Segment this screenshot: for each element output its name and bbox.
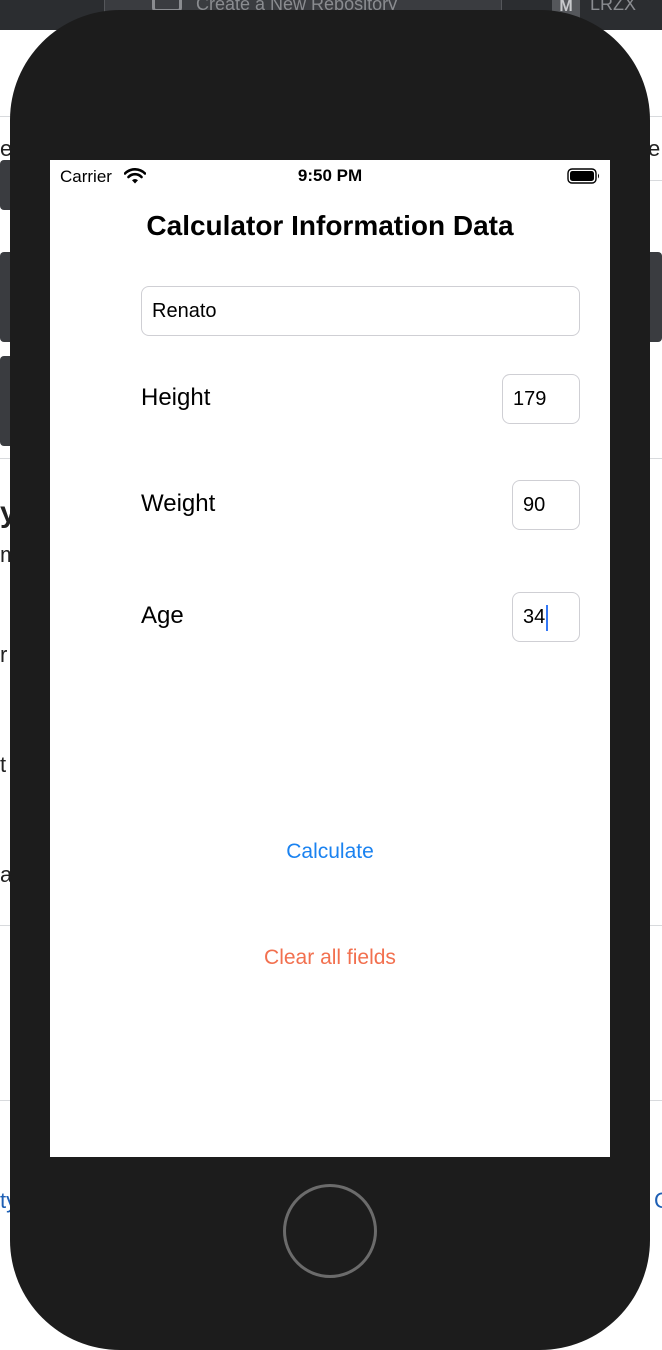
weight-label: Weight xyxy=(141,490,216,517)
name-field[interactable] xyxy=(141,286,580,336)
phone-screen: Carrier 9:50 PM Calculator Information D… xyxy=(50,160,610,1157)
background-link-fragment[interactable]: C xyxy=(654,1188,662,1214)
page-title: Calculator Information Data xyxy=(146,210,514,241)
status-time: 9:50 PM xyxy=(297,166,363,185)
clear-all-fields-button[interactable]: Clear all fields xyxy=(50,946,610,970)
text-cursor xyxy=(546,604,549,631)
home-button[interactable] xyxy=(283,1184,377,1278)
height-label: Height xyxy=(141,384,211,411)
background-text-fragment: r xyxy=(0,642,8,667)
age-label: Age xyxy=(141,602,184,629)
battery-icon xyxy=(567,168,599,184)
calculate-button[interactable]: Calculate xyxy=(50,840,610,864)
age-field[interactable]: 34 xyxy=(512,592,580,642)
height-field[interactable] xyxy=(502,374,580,424)
age-value: 34 xyxy=(523,606,546,628)
weight-field[interactable] xyxy=(512,480,580,530)
status-bar: Carrier 9:50 PM xyxy=(50,160,610,194)
background-right-text: LRZX xyxy=(590,0,637,14)
background-text-fragment: t xyxy=(0,752,7,777)
